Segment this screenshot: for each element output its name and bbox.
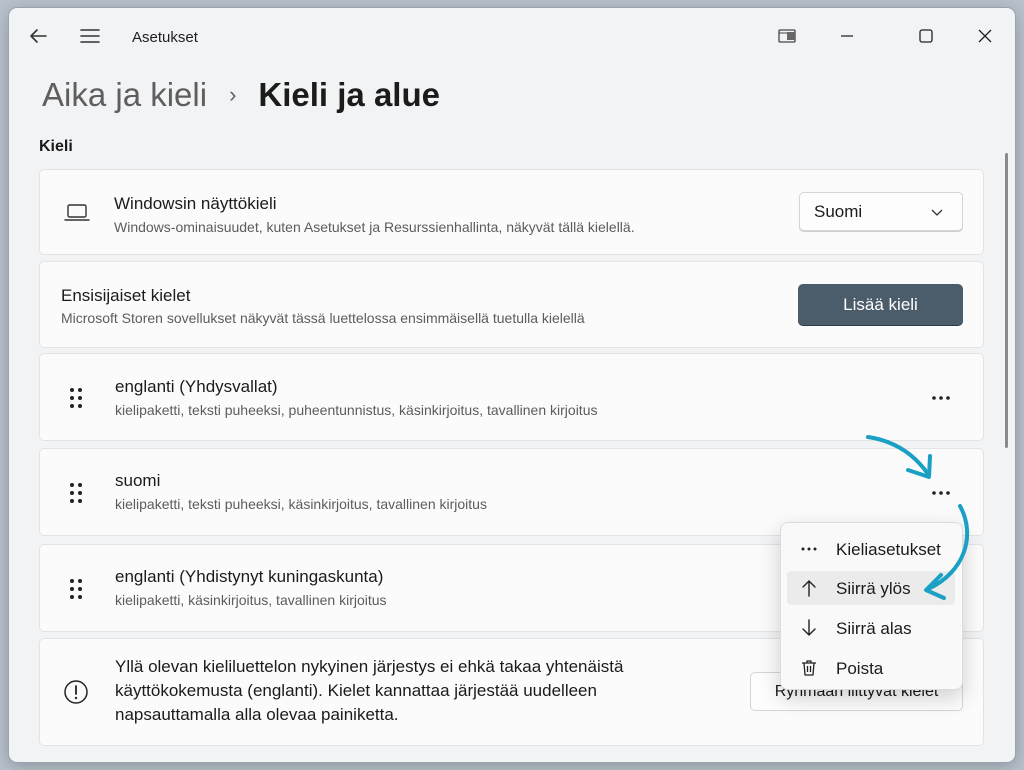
language-features: kielipaketti, teksti puheeksi, puheentun… (115, 402, 598, 418)
preferred-languages-title: Ensisijaiset kielet (61, 286, 191, 305)
minimize-button[interactable] (827, 18, 867, 54)
info-warning-icon (64, 680, 88, 704)
display-language-dropdown[interactable]: Suomi (799, 192, 963, 231)
trash-icon (802, 660, 816, 676)
display-language-card: Windowsin näyttökieli Windows-ominaisuud… (39, 169, 984, 255)
snap-window-icon (778, 29, 796, 43)
maximize-icon (919, 29, 933, 43)
breadcrumb: Aika ja kieli › Kieli ja alue (42, 70, 440, 120)
scrollbar[interactable] (1005, 153, 1008, 448)
title-bar: Asetukset (9, 8, 1015, 66)
back-arrow-icon[interactable] (26, 24, 50, 48)
menu-item-language-options[interactable]: Kieliasetukset (787, 532, 955, 566)
page-title: Kieli ja alue (258, 76, 440, 113)
hamburger-menu-icon[interactable] (78, 24, 102, 48)
menu-item-label: Siirrä ylös (836, 579, 911, 598)
preferred-languages-card: Ensisijaiset kielet Microsoft Storen sov… (39, 261, 984, 348)
display-language-description: Windows-ominaisuudet, kuten Asetukset ja… (114, 219, 635, 235)
menu-item-move-up[interactable]: Siirrä ylös (787, 571, 955, 605)
language-row[interactable]: englanti (Yhdysvallat) kielipaketti, tek… (39, 353, 984, 441)
chevron-down-icon (931, 209, 943, 216)
arrow-up-icon (802, 580, 816, 597)
more-options-icon[interactable] (926, 387, 956, 409)
more-icon (801, 547, 817, 551)
minimize-icon (841, 35, 853, 37)
add-language-button[interactable]: Lisää kieli (798, 284, 963, 325)
menu-item-label: Poista (836, 659, 884, 678)
drag-handle-icon[interactable] (69, 482, 83, 504)
close-icon (978, 29, 992, 43)
display-language-title: Windowsin näyttökieli (114, 194, 277, 213)
breadcrumb-separator: › (229, 82, 237, 107)
preferred-languages-description: Microsoft Storen sovellukset näkyvät täs… (61, 310, 585, 326)
menu-item-remove[interactable]: Poista (787, 651, 955, 685)
language-features: kielipaketti, käsinkirjoitus, tavallinen… (115, 592, 387, 608)
drag-handle-icon[interactable] (69, 387, 83, 409)
more-options-icon[interactable] (926, 482, 956, 504)
language-features: kielipaketti, teksti puheeksi, käsinkirj… (115, 496, 487, 512)
language-context-menu: Kieliasetukset Siirrä ylös Siirrä alas P… (780, 522, 963, 690)
menu-item-move-down[interactable]: Siirrä alas (787, 611, 955, 645)
language-name: englanti (Yhdistynyt kuningaskunta) (115, 567, 384, 586)
display-language-selected: Suomi (814, 202, 863, 221)
menu-item-label: Kieliasetukset (836, 540, 941, 559)
language-name: englanti (Yhdysvallat) (115, 377, 278, 396)
close-button[interactable] (965, 18, 1005, 54)
breadcrumb-parent-link[interactable]: Aika ja kieli (42, 76, 207, 114)
section-label-language: Kieli (39, 138, 73, 155)
drag-handle-icon[interactable] (69, 578, 83, 600)
maximize-button[interactable] (906, 18, 946, 54)
warning-text: Yllä olevan kieliluettelon nykyinen järj… (115, 657, 624, 724)
app-title: Asetukset (132, 29, 198, 46)
snap-layout-button[interactable] (767, 18, 807, 54)
arrow-down-icon (802, 619, 816, 636)
menu-item-label: Siirrä alas (836, 619, 912, 638)
laptop-icon (64, 204, 90, 221)
language-name: suomi (115, 471, 161, 490)
